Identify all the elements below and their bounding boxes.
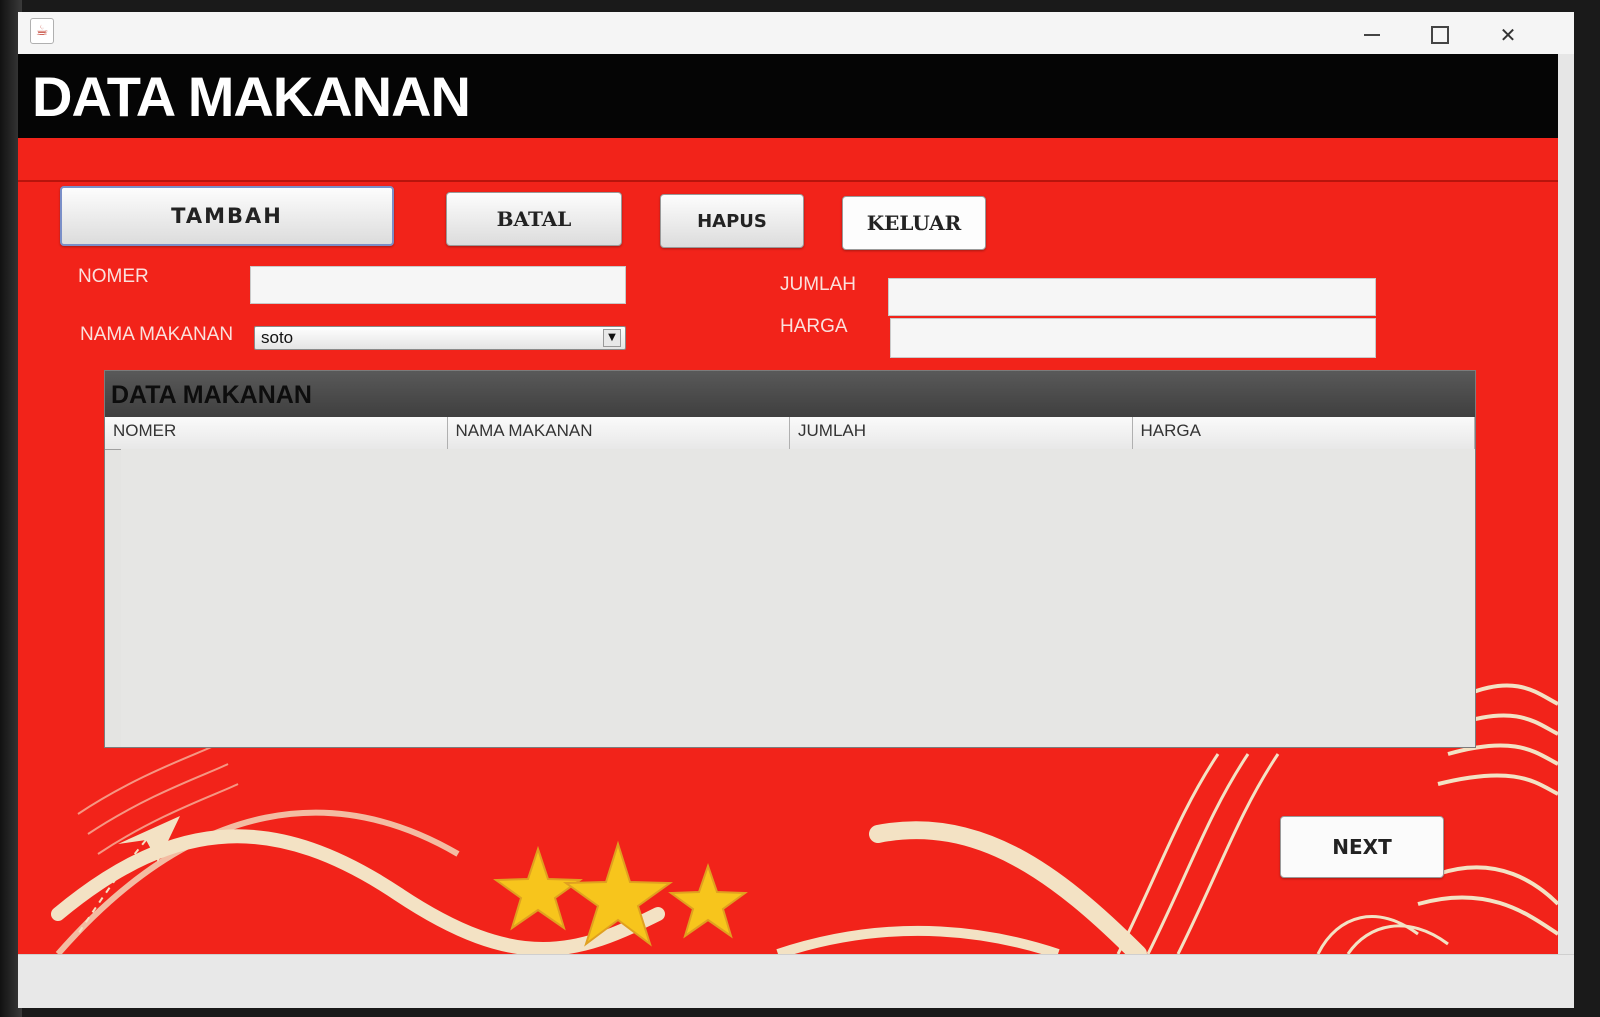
hapus-button[interactable]: HAPUS (660, 194, 804, 248)
harga-field[interactable] (890, 318, 1376, 358)
table-title: DATA MAKANAN (111, 381, 312, 409)
tambah-button[interactable]: TAMBAH (60, 186, 394, 246)
table-body[interactable] (121, 449, 1475, 747)
chevron-down-icon[interactable]: ▼ (603, 329, 621, 347)
app-window: ☕ ✕ DATA MAKANAN TAMBAH BATAL HAPUS KELU… (18, 12, 1574, 1008)
minimize-icon[interactable] (1352, 20, 1392, 50)
star-icon (668, 862, 748, 939)
nama-makanan-label: NAMA MAKANAN (80, 324, 234, 345)
app-header: DATA MAKANAN (18, 54, 1558, 138)
column-header-nomer[interactable]: NOMER (105, 417, 448, 449)
batal-button[interactable]: BATAL (446, 192, 622, 246)
window-bottom-area (18, 954, 1574, 1008)
java-app-icon: ☕ (30, 18, 54, 44)
nama-makanan-selected-value: soto (261, 328, 294, 347)
column-header-harga[interactable]: HARGA (1133, 417, 1475, 449)
nama-makanan-select[interactable]: soto ▼ (254, 326, 626, 350)
jumlah-field[interactable] (888, 278, 1376, 316)
window-titlebar: ☕ ✕ (18, 12, 1574, 54)
jumlah-label: JUMLAH (780, 274, 857, 295)
table-title-bar: DATA MAKANAN (105, 371, 1475, 417)
column-header-nama-makanan[interactable]: NAMA MAKANAN (448, 417, 790, 449)
page-title: DATA MAKANAN (32, 65, 471, 128)
nomer-label: NOMER (78, 266, 149, 287)
data-table-panel: DATA MAKANAN NOMER NAMA MAKANAN JUMLAH H… (104, 370, 1476, 748)
next-button[interactable]: NEXT (1280, 816, 1444, 878)
keluar-button[interactable]: KELUAR (842, 196, 986, 250)
column-header-jumlah[interactable]: JUMLAH (790, 417, 1133, 449)
header-divider (18, 180, 1558, 182)
harga-label: HARGA (780, 316, 848, 337)
nomer-field[interactable] (250, 266, 626, 304)
main-panel: DATA MAKANAN TAMBAH BATAL HAPUS KELUAR N… (18, 54, 1558, 954)
maximize-icon[interactable] (1420, 20, 1460, 50)
star-icon (493, 845, 583, 931)
close-icon[interactable]: ✕ (1488, 20, 1528, 50)
paper-plane-icon (118, 816, 180, 862)
table-header: NOMER NAMA MAKANAN JUMLAH HARGA (105, 417, 1475, 450)
star-icon (562, 840, 674, 947)
